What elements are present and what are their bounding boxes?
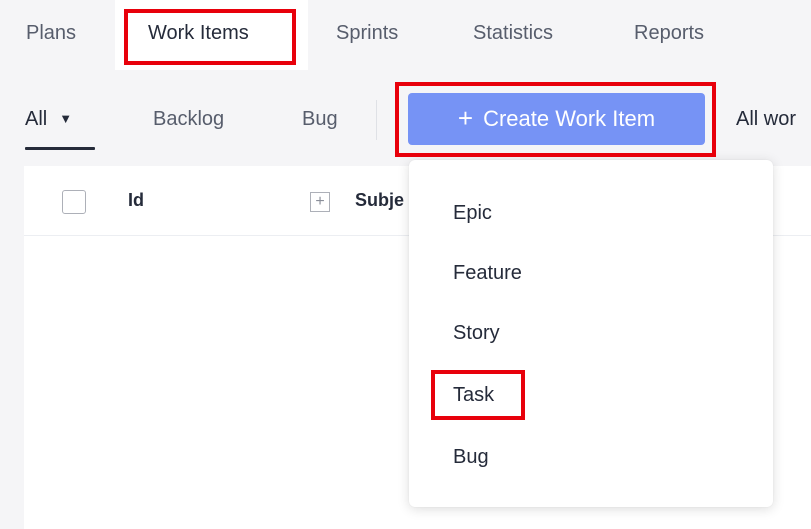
create-work-item-menu: Epic Feature Story Task Bug [409, 160, 773, 507]
menu-item-story[interactable]: Story [453, 322, 500, 345]
highlight-box-task [431, 370, 525, 420]
menu-item-bug[interactable]: Bug [453, 446, 489, 469]
highlight-box-create-button [395, 82, 716, 157]
tab-plans[interactable]: Plans [26, 22, 76, 45]
highlight-box-work-items [124, 9, 296, 65]
column-header-subject[interactable]: Subje [355, 190, 404, 211]
active-filter-underline [25, 147, 95, 150]
column-header-id[interactable]: Id [128, 190, 144, 211]
filter-all-dropdown[interactable]: All ▼ [25, 108, 72, 131]
select-all-checkbox[interactable] [62, 190, 86, 214]
filter-bug[interactable]: Bug [302, 108, 338, 131]
expand-plus-icon[interactable]: + [310, 192, 330, 212]
top-tab-bar: Plans Work Items Sprints Statistics Repo… [0, 0, 811, 70]
menu-item-epic[interactable]: Epic [453, 202, 492, 225]
caret-down-icon: ▼ [59, 111, 73, 126]
tab-sprints[interactable]: Sprints [336, 22, 398, 45]
menu-item-feature[interactable]: Feature [453, 262, 522, 285]
toolbar-divider [376, 100, 377, 140]
filter-all-label: All [25, 108, 48, 130]
filter-backlog[interactable]: Backlog [153, 108, 224, 131]
tab-statistics[interactable]: Statistics [473, 22, 553, 45]
tab-reports[interactable]: Reports [634, 22, 704, 45]
all-work-items-filter[interactable]: All wor [736, 108, 796, 131]
